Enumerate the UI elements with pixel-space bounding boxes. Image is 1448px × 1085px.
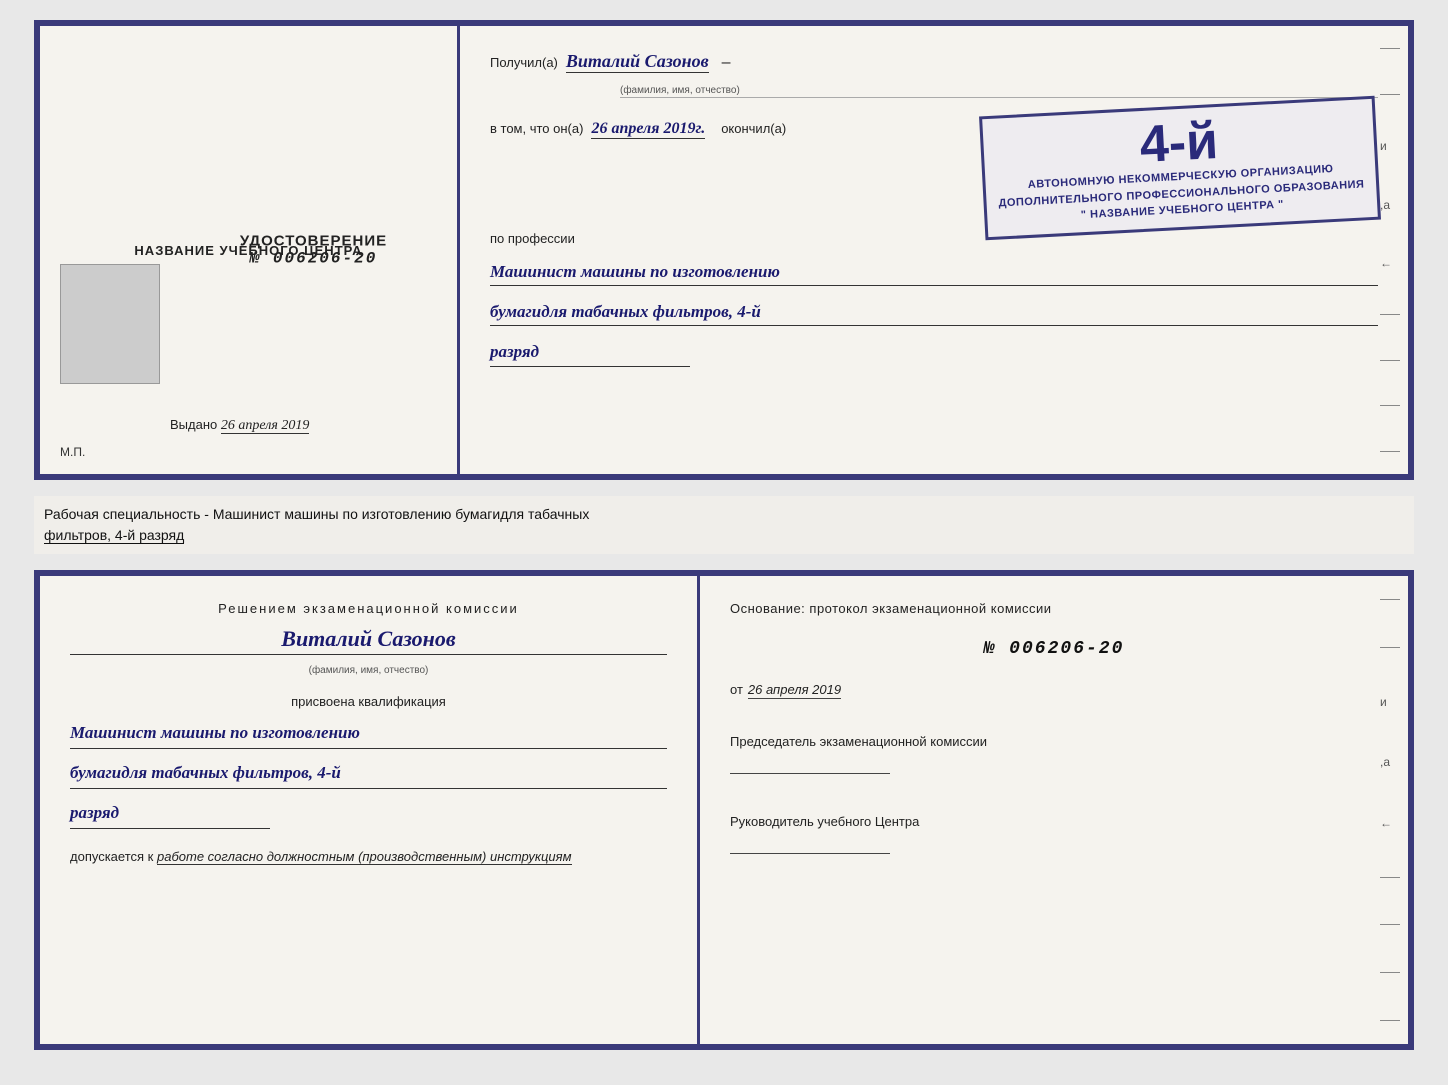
bottom-left-title: Решением экзаменационной комиссии [70, 601, 667, 616]
dopuskaetsya-value: работе согласно должностным (производств… [157, 849, 572, 865]
stamp-block: 4-й АВТОНОМНУЮ НЕКОММЕРЧЕСКУЮ ОРГАНИЗАЦИ… [979, 96, 1381, 240]
photo-placeholder [60, 264, 160, 384]
vudano-label: Выдано [170, 417, 217, 432]
middle-text-underline: фильтров, 4-й разряд [44, 527, 184, 544]
poluchil-line: Получил(a) Виталий Сазонов – [490, 51, 1378, 73]
edge-letter-a: ,а [1380, 198, 1400, 212]
middle-text-normal: Рабочая специальность - Машинист машины … [44, 506, 589, 522]
b-edge-dash-5 [1380, 972, 1400, 973]
b-edge-dash-2 [1380, 647, 1400, 648]
rukovoditel-block: Руководитель учебного Центра [730, 814, 1378, 854]
bottom-profession-line3: разряд [70, 799, 270, 829]
profession-line2: бумагидля табачных фильтров, 4-й [490, 298, 1378, 326]
profession-line1: Машинист машины по изготовлению [490, 258, 1378, 286]
bottom-recipient-name: Виталий Сазонов [70, 626, 667, 655]
edge-letter-i: и [1380, 139, 1400, 153]
edge-dash-2 [1380, 94, 1400, 95]
edge-dash-4 [1380, 360, 1400, 361]
udostoverenie-label: УДОСТОВЕРЕНИЕ [170, 233, 457, 250]
vtom-date: 26 апреля 2019г. [591, 120, 705, 139]
profession-line3: разряд [490, 338, 690, 366]
edge-dash-1 [1380, 48, 1400, 49]
dopuskaetsya-block: допускается к работе согласно должностны… [70, 849, 667, 864]
osnovanie-label: Основание: протокол экзаменационной коми… [730, 601, 1378, 616]
vudano-block: Выдано 26 апреля 2019 [170, 417, 309, 434]
edge-arrow: ← [1380, 256, 1400, 270]
poluchil-label: Получил(a) [490, 55, 558, 70]
bottom-certificate: Решением экзаменационной комиссии Витали… [34, 570, 1414, 1050]
bottom-cert-number: № 006206-20 [730, 639, 1378, 659]
dopuskaetsya-label: допускается к [70, 849, 153, 864]
b-edge-arrow: ← [1380, 816, 1400, 830]
vtom-label: в том, что он(а) [490, 121, 583, 136]
right-edge-decoration: и ,а ← [1380, 26, 1400, 474]
middle-text-block: Рабочая специальность - Машинист машины … [34, 496, 1414, 554]
okonchil-label: окончил(а) [721, 121, 786, 136]
bottom-right-edge: и ,а ← [1380, 576, 1400, 1044]
middle-text-content: Рабочая специальность - Машинист машины … [44, 504, 1404, 546]
po-professii-label: по профессии [490, 231, 1378, 246]
top-cert-right: Получил(a) Виталий Сазонов – (фамилия, и… [460, 26, 1408, 474]
edge-dash-5 [1380, 405, 1400, 406]
b-edge-letter-a: ,а [1380, 755, 1400, 769]
udostoverenie-block: УДОСТОВЕРЕНИЕ № 006206-20 [40, 233, 457, 268]
recipient-sublabel: (фамилия, имя, отчество) [620, 85, 1378, 98]
rukovoditel-label: Руководитель учебного Центра [730, 814, 1378, 829]
top-certificate: НАЗВАНИЕ УЧЕБНОГО ЦЕНТРА УДОСТОВЕРЕНИЕ №… [34, 20, 1414, 480]
ot-label: от [730, 682, 743, 697]
top-cert-left: НАЗВАНИЕ УЧЕБНОГО ЦЕНТРА УДОСТОВЕРЕНИЕ №… [40, 26, 460, 474]
b-edge-dash-3 [1380, 877, 1400, 878]
edge-dash-3 [1380, 314, 1400, 315]
certificate-number: № 006206-20 [170, 250, 457, 268]
b-edge-dash-4 [1380, 924, 1400, 925]
vudano-date: 26 апреля 2019 [221, 418, 309, 434]
bottom-name-sublabel: (фамилия, имя, отчество) [70, 665, 667, 676]
bottom-profession-line1: Машинист машины по изготовлению [70, 719, 667, 749]
mp-label: М.П. [60, 445, 85, 459]
bottom-profession-line2: бумагидля табачных фильтров, 4-й [70, 759, 667, 789]
predsedatel-label: Председатель экзаменационной комиссии [730, 734, 1378, 749]
prisvoena-label: присвоена квалификация [70, 694, 667, 709]
rukovoditel-signature-line [730, 834, 890, 854]
b-edge-dash-1 [1380, 599, 1400, 600]
b-edge-dash-6 [1380, 1020, 1400, 1021]
bottom-cert-left: Решением экзаменационной комиссии Витали… [40, 576, 700, 1044]
bottom-cert-right: Основание: протокол экзаменационной коми… [700, 576, 1408, 1044]
ot-block: от 26 апреля 2019 [730, 682, 1378, 699]
b-edge-letter-i: и [1380, 695, 1400, 709]
recipient-name: Виталий Сазонов [566, 51, 709, 73]
ot-date: 26 апреля 2019 [748, 682, 841, 699]
edge-dash-6 [1380, 451, 1400, 452]
predsedatel-signature-line [730, 754, 890, 774]
predsedatel-block: Председатель экзаменационной комиссии [730, 734, 1378, 774]
dash-separator: – [722, 54, 731, 72]
